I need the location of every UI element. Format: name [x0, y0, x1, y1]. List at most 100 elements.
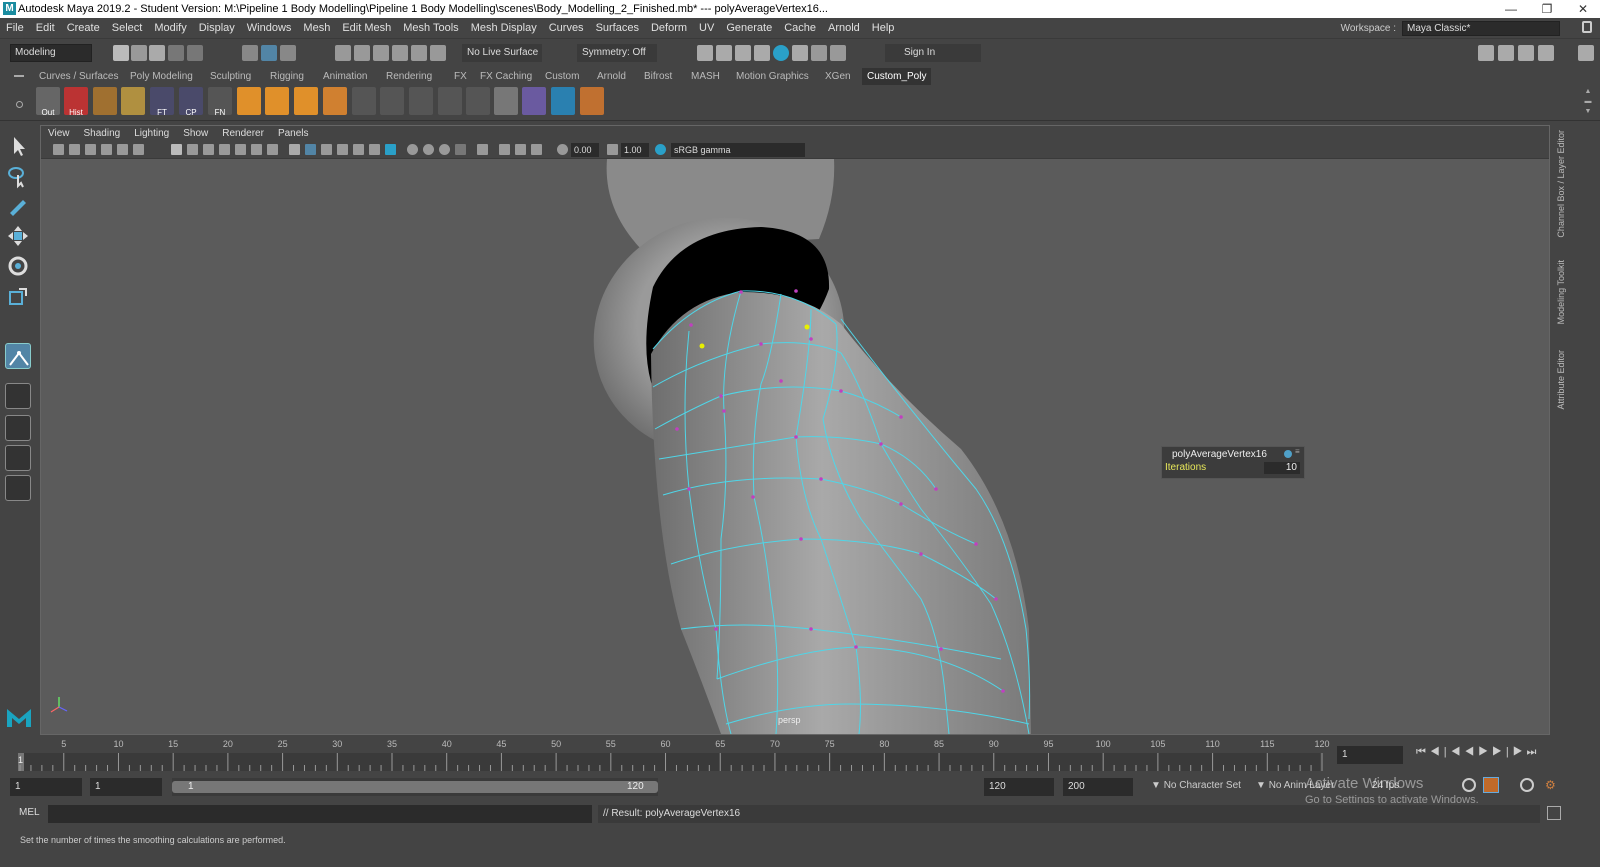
step-forward-icon[interactable]: ▶: [1513, 746, 1527, 758]
tab-sculpting[interactable]: Sculpting: [205, 68, 256, 85]
gamma-icon[interactable]: [607, 144, 618, 155]
step-forward-key-icon[interactable]: ▶|: [1492, 746, 1513, 758]
render-settings-icon[interactable]: [735, 45, 751, 61]
insert-edge-loop-icon[interactable]: [409, 87, 433, 115]
lock-icon[interactable]: [1582, 21, 1592, 33]
menu-modify[interactable]: Modify: [148, 22, 192, 34]
playback-end-field[interactable]: 120: [984, 778, 1054, 796]
tab-mash[interactable]: MASH: [686, 68, 725, 85]
resolution-gate-icon[interactable]: [203, 144, 214, 155]
snap-projected-icon[interactable]: [392, 45, 408, 61]
wireframe-icon[interactable]: [289, 144, 300, 155]
command-language-toggle[interactable]: MEL: [19, 807, 40, 818]
default-material-icon[interactable]: [321, 144, 332, 155]
arnold-render-icon[interactable]: [811, 45, 827, 61]
gamma-field[interactable]: 1.00: [621, 143, 649, 157]
xray-joints-icon[interactable]: [439, 144, 450, 155]
ambient-occlusion-icon[interactable]: [385, 144, 396, 155]
maximize-icon[interactable]: ❐: [1530, 0, 1564, 18]
menu-deform[interactable]: Deform: [645, 22, 693, 34]
tab-poly-modeling[interactable]: Poly Modeling: [125, 68, 198, 85]
modeling-toolkit-toggle-icon[interactable]: [1478, 45, 1494, 61]
tab-bifrost[interactable]: Bifrost: [639, 68, 677, 85]
menu-create[interactable]: Create: [61, 22, 106, 34]
play-backward-icon[interactable]: ◀: [1464, 746, 1478, 758]
merge-vertex-icon[interactable]: [352, 87, 376, 115]
workspace-dropdown[interactable]: Maya Classic*: [1402, 21, 1560, 36]
modeling-toolkit-tab[interactable]: Modeling Toolkit: [1556, 260, 1566, 324]
scene-view[interactable]: [41, 159, 1549, 734]
hypershade-icon[interactable]: [754, 45, 770, 61]
menu-mesh[interactable]: Mesh: [297, 22, 336, 34]
image-plane-icon[interactable]: [101, 144, 112, 155]
attribute-editor-tab[interactable]: Attribute Editor: [1556, 350, 1566, 410]
paint-select-tool-icon[interactable]: [5, 193, 31, 219]
tab-animation[interactable]: Animation: [318, 68, 372, 85]
render-frame-icon[interactable]: [697, 45, 713, 61]
exposure-icon[interactable]: [557, 144, 568, 155]
grease-pencil-icon[interactable]: [133, 144, 144, 155]
iterations-field[interactable]: 10: [1264, 462, 1300, 474]
hud-menu-icon[interactable]: ≡: [1295, 447, 1300, 456]
render-setup-icon[interactable]: [792, 45, 808, 61]
menu-display[interactable]: Display: [193, 22, 241, 34]
camera-gate-icon[interactable]: [477, 144, 488, 155]
bridge-icon[interactable]: [466, 87, 490, 115]
current-frame-field[interactable]: 1: [1337, 746, 1403, 764]
command-input[interactable]: [48, 805, 592, 823]
snap-view-plane-icon[interactable]: [411, 45, 427, 61]
scale-tool-icon[interactable]: [5, 283, 31, 309]
make-live-icon[interactable]: [430, 45, 446, 61]
tab-fx[interactable]: FX: [449, 68, 472, 85]
tab-arnold[interactable]: Arnold: [592, 68, 631, 85]
viewport-menu-show[interactable]: Show: [176, 128, 215, 139]
textured-icon[interactable]: [337, 144, 348, 155]
tool-settings-toggle-icon[interactable]: [1518, 45, 1534, 61]
combine-icon[interactable]: [323, 87, 347, 115]
close-icon[interactable]: ✕: [1566, 0, 1600, 18]
lights-icon[interactable]: [353, 144, 364, 155]
tab-fx-caching[interactable]: FX Caching: [475, 68, 537, 85]
color-management-icon[interactable]: [655, 144, 666, 155]
menu-help[interactable]: Help: [866, 22, 901, 34]
new-scene-icon[interactable]: [113, 45, 129, 61]
lasso-tool-icon[interactable]: [5, 163, 31, 189]
pause-render-icon[interactable]: [830, 45, 846, 61]
film-gate-icon[interactable]: [187, 144, 198, 155]
four-view-layout-icon[interactable]: [5, 415, 31, 441]
hud-toggle-icon[interactable]: [499, 144, 510, 155]
viewport-menu-renderer[interactable]: Renderer: [215, 128, 271, 139]
outliner-layout-icon[interactable]: [5, 475, 31, 501]
two-view-layout-icon[interactable]: [5, 445, 31, 471]
step-back-key-icon[interactable]: |◀: [1444, 746, 1465, 758]
safe-action-icon[interactable]: [251, 144, 262, 155]
poly-cylinder-icon[interactable]: [237, 87, 261, 115]
menu-uv[interactable]: UV: [693, 22, 720, 34]
select-component-icon[interactable]: [280, 45, 296, 61]
character-set-dropdown[interactable]: ▼ No Character Set: [1151, 780, 1241, 791]
select-tool-icon[interactable]: [5, 133, 31, 159]
mirror-icon[interactable]: [522, 87, 546, 115]
live-surface-field[interactable]: No Live Surface: [462, 44, 542, 62]
poly-cube-icon[interactable]: [265, 87, 289, 115]
menu-file[interactable]: File: [0, 22, 30, 34]
xray-icon[interactable]: [423, 144, 434, 155]
go-to-start-icon[interactable]: ⏮: [1416, 746, 1430, 758]
ipr-render-icon[interactable]: [716, 45, 732, 61]
extrude-icon[interactable]: [294, 87, 318, 115]
menu-mesh-display[interactable]: Mesh Display: [465, 22, 543, 34]
layer-editor-toggle-icon[interactable]: [1578, 45, 1594, 61]
average-vertices-icon[interactable]: [580, 87, 604, 115]
script-editor-icon[interactable]: [1547, 806, 1561, 820]
scene-start-field[interactable]: 1: [10, 778, 82, 796]
multi-cut-icon[interactable]: [380, 87, 404, 115]
bookmarks-icon[interactable]: [85, 144, 96, 155]
menu-select[interactable]: Select: [106, 22, 149, 34]
tab-xgen[interactable]: XGen: [820, 68, 856, 85]
loop-icon[interactable]: [1462, 778, 1476, 792]
menu-surfaces[interactable]: Surfaces: [590, 22, 645, 34]
colorspace-dropdown[interactable]: sRGB gamma: [671, 143, 805, 157]
playback-start-field[interactable]: 1: [90, 778, 162, 796]
camera-attributes-icon[interactable]: [69, 144, 80, 155]
channel-box-tab[interactable]: Channel Box / Layer Editor: [1556, 130, 1566, 238]
